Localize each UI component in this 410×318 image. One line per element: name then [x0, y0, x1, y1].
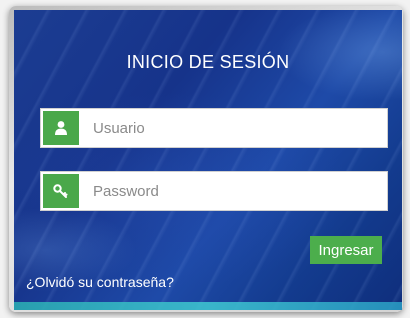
page-title: INICIO DE SESIÓN	[126, 52, 290, 72]
key-icon	[43, 174, 79, 208]
forgot-password-link[interactable]: ¿Olvidó su contraseña?	[26, 274, 174, 290]
username-input[interactable]	[93, 119, 373, 137]
login-button[interactable]: Ingresar	[310, 236, 382, 264]
user-icon	[43, 111, 79, 145]
login-panel: INICIO DE SESIÓN Ingresar ¿Olvidó su con…	[14, 10, 402, 310]
password-field[interactable]	[40, 171, 388, 211]
password-input[interactable]	[93, 182, 373, 200]
username-field[interactable]	[40, 108, 388, 148]
